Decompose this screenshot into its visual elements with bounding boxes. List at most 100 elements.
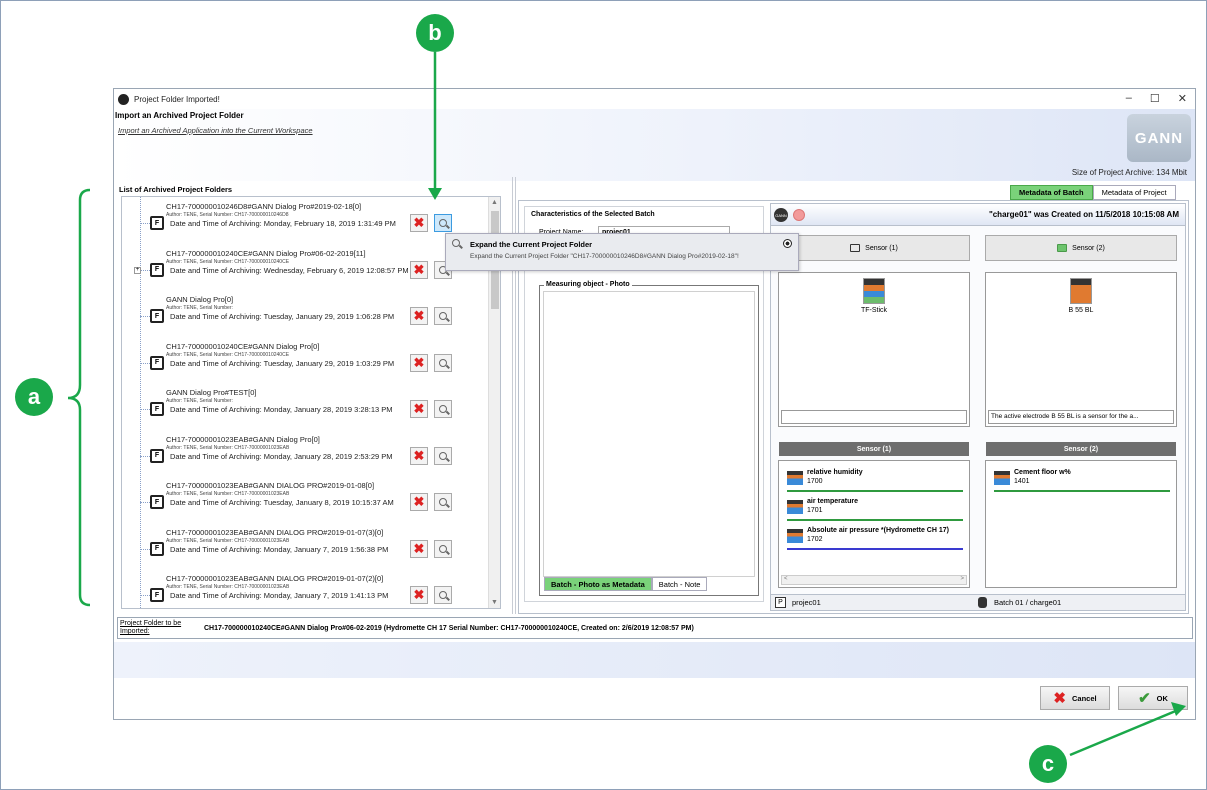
ok-button[interactable]: ✔ OK (1118, 686, 1188, 710)
expand-archive-button[interactable] (434, 214, 452, 232)
metadata-tabs: Metadata of Batch Metadata of Project (1010, 185, 1176, 200)
archive-item[interactable]: CH17-70000001023EAB#GANN Dialog Pro[0]Au… (140, 432, 484, 478)
measurement-underline (787, 548, 963, 550)
sensor1-button[interactable]: Sensor (1) (778, 235, 970, 261)
batch-created-text: "charge01" was Created on 11/5/2018 10:1… (988, 210, 1179, 219)
marker-a: a (15, 378, 53, 416)
expand-tooltip: Expand the Current Project Folder Expand… (445, 233, 799, 271)
title-bar: Project Folder Imported! – ☐ ✕ (114, 89, 1195, 109)
measurement-item[interactable]: Absolute air pressure *(Hydromette CH 17… (787, 527, 963, 553)
archive-item[interactable]: GANN Dialog Pro[0]Author: TENE, Serial N… (140, 292, 484, 338)
archive-item-date: Date and Time of Archiving: Tuesday, Jan… (170, 312, 395, 321)
magnifier-icon (439, 405, 447, 413)
archive-item-date: Date and Time of Archiving: Monday, Janu… (170, 591, 389, 600)
magnifier-icon (452, 239, 460, 247)
cancel-label: Cancel (1071, 693, 1097, 703)
sensor2-card: B 55 BL The active electrode B 55 BL is … (985, 272, 1177, 427)
archive-item-name: CH17-70000001023EAB#GANN Dialog Pro[0] (166, 434, 320, 444)
gann-logo: GANN (1127, 114, 1191, 162)
measurement-item[interactable]: Cement floor w% 1401 (994, 469, 1170, 495)
archive-item[interactable]: CH17-70000001023EAB#GANN DIALOG PRO#2019… (140, 478, 484, 524)
measurement-name: Cement floor w% (1014, 469, 1071, 476)
folder-icon (150, 309, 164, 323)
sensor2-button-label: Sensor (2) (1072, 244, 1105, 252)
photo-area (543, 291, 755, 577)
measurement-item[interactable]: air temperature 1701 (787, 498, 963, 524)
photo-group: Measuring object - Photo Batch - Photo a… (539, 281, 759, 596)
tooltip-close-icon[interactable] (783, 239, 792, 248)
delete-archive-button[interactable]: ✖ (410, 214, 428, 232)
delete-archive-button[interactable]: ✖ (410, 446, 428, 465)
expand-archive-button[interactable] (434, 586, 452, 604)
archive-list-caption: List of Archived Project Folders (119, 185, 233, 194)
archive-item-date: Date and Time of Archiving: Monday, Febr… (170, 219, 396, 228)
archive-item[interactable]: CH17-700000010246D8#GANN Dialog Pro#2019… (140, 199, 484, 245)
expand-archive-button[interactable] (434, 493, 452, 511)
dialog-header: Import an Archived Project Folder Import… (114, 109, 1195, 181)
expand-archive-button[interactable] (434, 307, 452, 325)
archive-item[interactable]: CH17-70000001023EAB#GANN DIALOG PRO#2019… (140, 571, 484, 608)
maximize-button[interactable]: ☐ (1150, 92, 1160, 105)
tab-metadata-batch[interactable]: Metadata of Batch (1010, 185, 1093, 200)
archive-item-date: Date and Time of Archiving: Monday, Janu… (170, 451, 393, 461)
measurement-value: 1701 (807, 507, 823, 514)
imported-folder-box: Project Folder to be Imported: CH17-7000… (117, 617, 1193, 639)
status-strip (114, 642, 1195, 678)
sensor2-name: B 55 BL (1068, 307, 1094, 314)
sensor2-button[interactable]: Sensor (2) (985, 235, 1177, 261)
archive-tree[interactable]: CH17-700000010246D8#GANN Dialog Pro#2019… (121, 196, 501, 609)
scroll-down-icon[interactable]: ▼ (491, 599, 498, 606)
archive-item-name: CH17-700000010240CE#GANN Dialog Pro#06-0… (166, 248, 366, 258)
measurement-icon (787, 529, 803, 543)
delete-archive-button[interactable]: ✖ (410, 539, 428, 558)
cancel-button[interactable]: ✖ Cancel (1040, 686, 1110, 710)
tab-batch-note[interactable]: Batch - Note (651, 577, 708, 591)
marker-c: c (1029, 745, 1067, 783)
delete-icon: ✖ (413, 354, 425, 370)
magnifier-icon (439, 312, 447, 320)
window-title: Project Folder Imported! (134, 94, 220, 104)
scroll-up-icon[interactable]: ▲ (491, 199, 498, 206)
imported-value: CH17-700000010240CE#GANN Dialog Pro#06-0… (204, 625, 694, 632)
photo-caption: Measuring object - Photo (544, 281, 632, 288)
delete-archive-button[interactable]: ✖ (410, 353, 428, 372)
measurement-underline (994, 490, 1170, 492)
magnifier-icon (439, 591, 447, 599)
expand-archive-button[interactable] (434, 446, 452, 465)
archive-item[interactable]: CH17-700000010240CE#GANN Dialog Pro[0]Au… (140, 339, 484, 385)
delete-archive-button[interactable]: ✖ (410, 400, 428, 418)
archive-item[interactable]: GANN Dialog Pro#TEST[0]Author: TENE, Ser… (140, 385, 484, 431)
measurement-item[interactable]: relative humidity 1700 (787, 469, 963, 495)
sensor1-card: TF-Stick (778, 272, 970, 427)
folder-icon (150, 402, 164, 416)
app-icon (118, 93, 129, 105)
expand-node-icon[interactable]: + (134, 266, 141, 274)
record-icon (793, 209, 805, 221)
expand-archive-button[interactable] (434, 539, 452, 558)
tooltip-body: Expand the Current Project Folder "CH17-… (470, 253, 739, 260)
header-subtitle: Import an Archived Application into the … (118, 126, 313, 135)
archive-item-date: Date and Time of Archiving: Tuesday, Jan… (170, 498, 394, 507)
expand-archive-button[interactable] (434, 400, 452, 418)
archive-item[interactable]: + CH17-700000010240CE#GANN Dialog Pro#06-… (134, 246, 484, 292)
delete-archive-button[interactable]: ✖ (410, 586, 428, 604)
folder-icon (150, 541, 164, 556)
folder-icon (150, 216, 164, 230)
delete-icon: ✖ (413, 308, 425, 323)
expand-archive-button[interactable] (434, 353, 452, 372)
minimize-button[interactable]: – (1126, 92, 1132, 105)
tooltip-title: Expand the Current Project Folder (470, 240, 593, 249)
import-dialog: Project Folder Imported! – ☐ ✕ Import an… (113, 88, 1196, 720)
tab-metadata-project[interactable]: Metadata of Project (1092, 185, 1176, 200)
delete-archive-button[interactable]: ✖ (410, 260, 428, 279)
sensor2-measurements: Cement floor w% 1401 (985, 460, 1177, 588)
delete-archive-button[interactable]: ✖ (410, 307, 428, 325)
archive-item[interactable]: CH17-70000001023EAB#GANN DIALOG PRO#2019… (140, 525, 484, 571)
sensor1-measurements: relative humidity 1700 air temperature 1701… (778, 460, 970, 588)
close-button[interactable]: ✕ (1178, 92, 1187, 105)
delete-archive-button[interactable]: ✖ (410, 493, 428, 511)
horizontal-scrollbar[interactable]: < > (781, 575, 967, 585)
delete-icon: ✖ (413, 215, 425, 230)
measurement-value: 1702 (807, 536, 823, 543)
tab-batch-photo[interactable]: Batch - Photo as Metadata (544, 577, 652, 591)
